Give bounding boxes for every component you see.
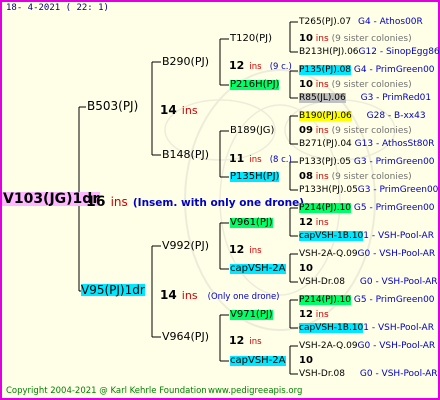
gen5-mid-2: 10 ins (9 sister colonies) [299, 79, 412, 90]
gen5-node-16[interactable]: VSH-Dr.08 G0 - VSH-Pool-AR [299, 370, 438, 379]
gen5-mid-7: 12 ins [299, 309, 329, 320]
gen5-node-14[interactable]: capVSH-1B.101 - VSH-Pool-AR [299, 323, 434, 333]
gen5-node-1[interactable]: T265(PJ).07 G4 - Athos00R [299, 18, 423, 27]
gen3-node-1-insemination: 12 ins (9 c.) [229, 59, 292, 72]
gen5-node-13[interactable]: P214(PJ).10 G5 - PrimGreen00 [299, 295, 435, 305]
gen3-node-3-insemination: 12 ins [229, 243, 262, 256]
gen5-node-15[interactable]: VSH-2A-Q.09G0 - VSH-Pool-AR [299, 342, 435, 351]
gen4-node-5-name[interactable]: V961(PJ) [230, 218, 273, 228]
gen5-node-11[interactable]: VSH-2A-Q.09G0 - VSH-Pool-AR [299, 250, 435, 259]
gen2-sire-insemination: 14 ins [160, 103, 198, 117]
gen4-node-2-name[interactable]: P216H(PJ) [230, 80, 280, 90]
footer-copyright: Copyright 2004-2021 @ Karl Kehrle Founda… [6, 386, 207, 396]
gen4-node-8-name[interactable]: capVSH-2A [230, 356, 286, 366]
gen5-node-4[interactable]: R85(JL).06 G3 - PrimRed01 [299, 93, 431, 103]
gen3-node-2-insemination: 11 ins (8 c.) [229, 152, 292, 165]
gen1-ins-number: 16 [86, 194, 106, 210]
gen5-node-3[interactable]: P135(PJ).08 G4 - PrimGreen00 [299, 65, 435, 75]
gen3-node-2-name[interactable]: B148(PJ) [162, 149, 209, 160]
gen3-node-4-name[interactable]: V964(PJ) [162, 331, 209, 342]
gen1-insemination: 16 ins (Insem. with only one drone) [86, 193, 304, 209]
gen5-node-2[interactable]: B213H(PJ).06G12 - SinopEgg86R [299, 48, 440, 57]
gen5-mid-3: 09 ins (9 sister colonies) [299, 125, 412, 136]
gen2-dam-insemination: 14 ins (Only one drone) [160, 288, 280, 302]
gen5-node-12[interactable]: VSH-Dr.08 G0 - VSH-Pool-AR [299, 278, 438, 287]
gen5-node-5[interactable]: B190(PJ).06 G28 - B-xx43 [299, 111, 426, 121]
gen4-node-6-name[interactable]: capVSH-2A [230, 264, 286, 274]
gen5-mid-4: 08 ins (9 sister colonies) [299, 171, 412, 182]
gen3-node-1-name[interactable]: B290(PJ) [162, 56, 209, 67]
gen2-dam-name[interactable]: V95(PJ)1dr [81, 284, 145, 296]
gen3-node-3-name[interactable]: V992(PJ) [162, 240, 209, 251]
gen5-node-9[interactable]: P214(PJ).10 G5 - PrimGreen00 [299, 203, 435, 213]
gen5-mid-6: 10 [299, 263, 313, 274]
gen5-node-7[interactable]: P133(PJ).05 G3 - PrimGreen00 [299, 158, 435, 167]
gen1-ins-note: (Insem. with only one drone) [132, 197, 305, 209]
gen5-mid-8: 10 [299, 355, 313, 366]
gen3-node-4-insemination: 12 ins [229, 334, 262, 347]
gen4-node-1-name[interactable]: T120(PJ) [230, 34, 272, 44]
report-date: 18- 4-2021 ( 22: 1) [6, 3, 109, 13]
gen5-mid-1: 10 ins (9 sister colonies) [299, 33, 412, 44]
gen1-ins-word: ins [110, 195, 128, 209]
gen5-node-8[interactable]: P133H(PJ).05G3 - PrimGreen00 [299, 186, 438, 195]
footer-url-link[interactable]: www.pedigreeapis.org [208, 387, 302, 396]
gen4-node-7-name[interactable]: V971(PJ) [230, 310, 273, 320]
gen5-mid-5: 12 ins [299, 217, 329, 228]
gen2-sire-name[interactable]: B503(PJ) [87, 100, 138, 112]
gen5-node-10[interactable]: capVSH-1B.101 - VSH-Pool-AR [299, 231, 434, 241]
gen4-node-3-name[interactable]: B189(JG) [230, 126, 274, 136]
gen5-node-6[interactable]: B271(PJ).04 G13 - AthosSt80R [299, 140, 434, 149]
gen4-node-4-name[interactable]: P135H(PJ) [230, 172, 280, 182]
